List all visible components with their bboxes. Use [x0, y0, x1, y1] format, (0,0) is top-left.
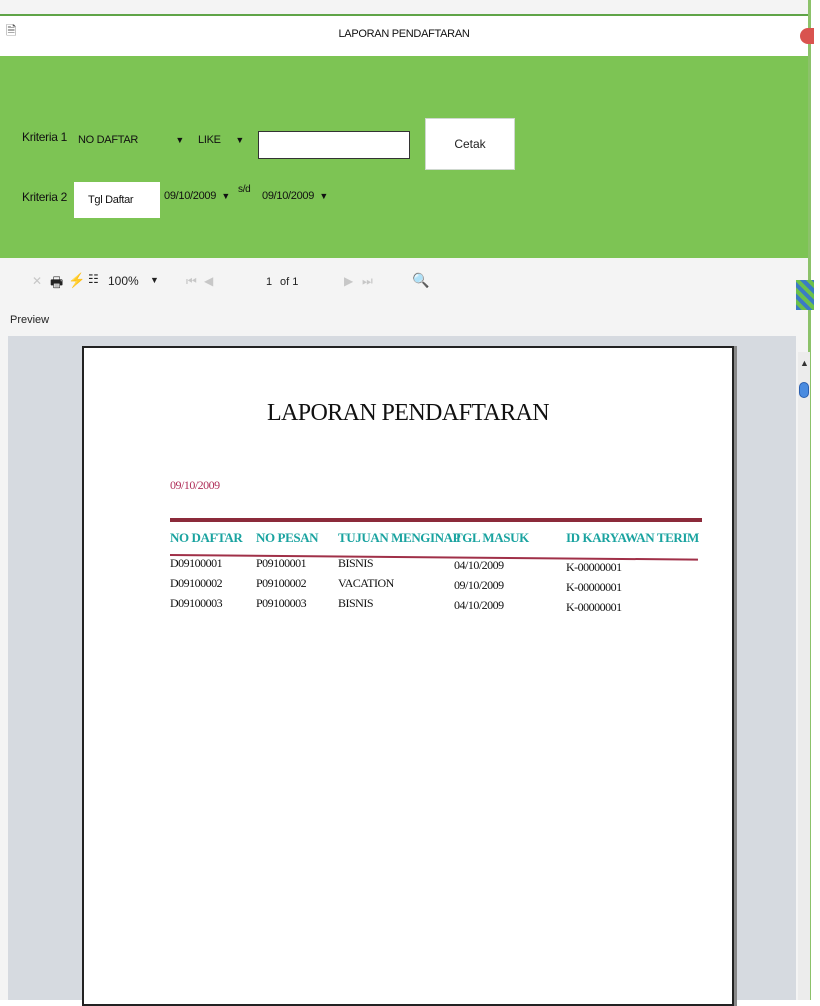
date-from-picker[interactable]: 09/10/2009 ▼: [162, 184, 234, 208]
table-cell: BISNIS: [338, 556, 374, 570]
table-cell: 04/10/2009: [454, 558, 504, 572]
vertical-scrollbar[interactable]: ▲: [798, 352, 810, 1000]
header-rule: [170, 518, 702, 522]
table-cell: D09100003: [170, 596, 223, 610]
report-date: 09/10/2009: [170, 478, 220, 492]
kriteria2-label: Kriteria 2: [22, 190, 68, 204]
kriteria1-operator-select[interactable]: LIKE ▼: [194, 128, 248, 152]
report-toolbar: ✕ 🖶 ⚡ ☷ 100% ▼ ⏮ ◀ 1 of 1 ▶ ⏭ 🔍: [0, 262, 808, 306]
report-title: LAPORAN PENDAFTARAN: [266, 400, 550, 426]
last-page-icon[interactable]: ⏭: [362, 274, 373, 289]
table-cell: 04/10/2009: [454, 598, 504, 612]
chevron-down-icon: ▼: [235, 135, 244, 145]
kriteria1-operator-value: LIKE: [198, 134, 221, 146]
date-from-value: 09/10/2009: [164, 190, 217, 202]
zoom-value: 100%: [108, 274, 139, 288]
printer-icon[interactable]: 🖶: [50, 272, 63, 296]
group-tree-icon[interactable]: ☷: [88, 272, 99, 286]
brand-logo-icon: [796, 280, 814, 310]
table-cell: D09100001: [170, 556, 223, 570]
report-page: LAPORAN PENDAFTARAN 09/10/2009 NO DAFTAR…: [82, 346, 734, 1006]
col-header-id-karyawan: ID KARYAWAN TERIM: [566, 530, 699, 545]
kriteria1-field-value: NO DAFTAR: [78, 134, 139, 146]
scroll-up-icon[interactable]: ▲: [800, 358, 809, 368]
col-header-no-pesan: NO PESAN: [256, 530, 319, 545]
table-cell: BISNIS: [338, 596, 374, 610]
zoom-select[interactable]: 100% ▼: [108, 274, 160, 292]
scroll-thumb[interactable]: [799, 382, 809, 398]
prev-page-icon[interactable]: ◀: [204, 274, 213, 288]
close-button[interactable]: [800, 28, 814, 44]
title-bar: 🗎 LAPORAN PENDAFTARAN: [0, 14, 814, 56]
chevron-down-icon: ▼: [319, 191, 328, 201]
kriteria2-field-select[interactable]: Tgl Daftar: [74, 182, 160, 218]
table-cell: D09100002: [170, 576, 223, 590]
binoculars-icon[interactable]: 🔍: [412, 272, 429, 289]
table-cell: K-00000001: [566, 600, 622, 614]
chevron-down-icon: ▼: [150, 275, 159, 285]
window-title: LAPORAN PENDAFTARAN: [338, 28, 470, 40]
table-cell: P09100002: [256, 576, 307, 590]
close-report-icon[interactable]: ✕: [32, 274, 42, 288]
date-to-picker[interactable]: 09/10/2009 ▼: [258, 184, 332, 208]
next-page-icon[interactable]: ▶: [344, 274, 353, 288]
table-cell: K-00000001: [566, 560, 622, 574]
kriteria1-field-select[interactable]: NO DAFTAR ▼: [74, 128, 188, 152]
col-header-no-daftar: NO DAFTAR: [170, 530, 243, 545]
table-cell: VACATION: [338, 576, 394, 590]
range-separator: s/d: [238, 184, 251, 195]
col-header-tgl-masuk: TGL MASUK: [454, 530, 529, 545]
table-cell: P09100003: [256, 596, 307, 610]
page-number[interactable]: 1: [266, 276, 272, 288]
col-header-tujuan: TUJUAN MENGINAP: [338, 530, 461, 545]
kriteria2-field-value: Tgl Daftar: [88, 194, 134, 206]
table-cell: 09/10/2009: [454, 578, 504, 592]
page-total: of 1: [280, 276, 299, 288]
chevron-down-icon: ▼: [221, 191, 230, 201]
kriteria1-label: Kriteria 1: [22, 130, 68, 144]
first-page-icon[interactable]: ⏮: [186, 274, 197, 289]
preview-tab[interactable]: Preview: [10, 314, 49, 326]
table-cell: P09100001: [256, 556, 307, 570]
cetak-button[interactable]: Cetak: [425, 118, 515, 170]
date-to-value: 09/10/2009: [262, 190, 315, 202]
table-cell: K-00000001: [566, 580, 622, 594]
report-window: 🗎 LAPORAN PENDAFTARAN Kriteria 1 NO DAFT…: [0, 0, 814, 1006]
kriteria1-value-input[interactable]: [258, 131, 410, 159]
refresh-icon[interactable]: ⚡: [68, 272, 85, 289]
chevron-down-icon: ▼: [175, 135, 184, 145]
